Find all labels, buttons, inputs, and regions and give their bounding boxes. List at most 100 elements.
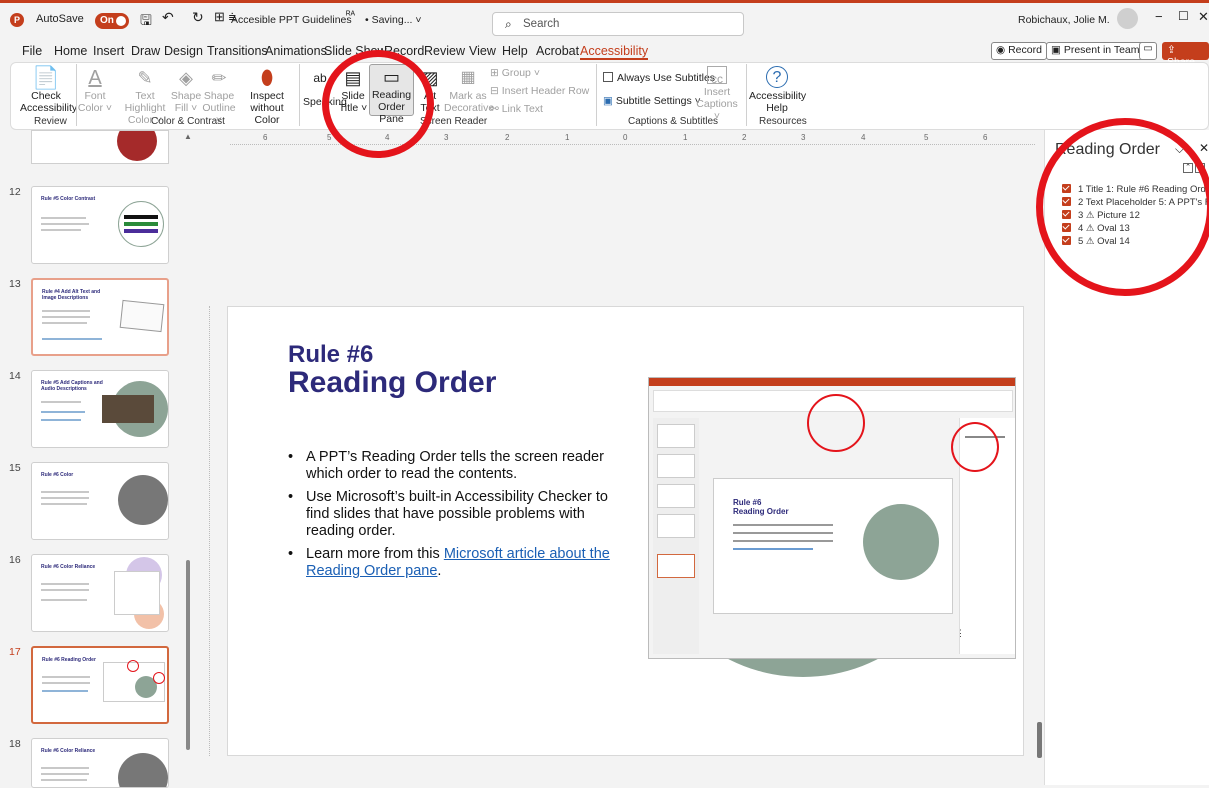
tab-help[interactable]: Help: [502, 44, 528, 58]
group-label-captions: Captions & Subtitles: [628, 116, 719, 127]
tab-draw[interactable]: Draw: [131, 44, 160, 58]
maximize-icon[interactable]: ☐: [1178, 9, 1189, 23]
tab-accessibility[interactable]: Accessibility: [580, 44, 649, 60]
highlight-label-1: Text Highlight: [124, 90, 166, 114]
tab-insert[interactable]: Insert: [93, 44, 124, 58]
tab-animations[interactable]: Animations: [265, 44, 327, 58]
autosave-label: AutoSave: [36, 13, 84, 25]
present-in-teams-button[interactable]: ▣ Present in Teams: [1046, 42, 1150, 60]
decorative-label-2: Decorative: [444, 102, 495, 114]
shape-fill-button[interactable]: ◈ Shape Fill ˅: [170, 66, 202, 114]
accessibility-help-button[interactable]: ? Accessibility Help: [749, 66, 807, 114]
ruler-tick: 3: [801, 133, 806, 142]
bullet-3-end: .: [437, 563, 442, 579]
tab-view[interactable]: View: [469, 44, 496, 58]
menu-bar: File Home Insert Draw Design Transitions…: [0, 40, 1209, 68]
resize-handle-icon[interactable]: ⋮: [956, 628, 965, 639]
check-label-2: Accessibility: [20, 102, 78, 114]
check-accessibility-icon: 📄: [32, 65, 60, 90]
slide-title[interactable]: Reading Order: [288, 367, 496, 399]
undo-icon[interactable]: ↶: [162, 9, 174, 26]
group-label-review: Review: [34, 116, 67, 127]
share-button[interactable]: ⇪ Share: [1162, 42, 1209, 68]
insert-captions-button[interactable]: cc Insert Captions ˅: [696, 66, 738, 122]
group-button[interactable]: ⊞ Group ˅: [490, 67, 540, 79]
link-icon: ⚯: [490, 103, 502, 115]
tab-home[interactable]: Home: [54, 44, 87, 58]
search-input[interactable]: Search: [523, 18, 559, 30]
font-label-2: Color ˅: [77, 102, 113, 114]
slide-number: 17: [9, 646, 21, 658]
help-icon: ?: [766, 66, 788, 88]
pane-close-icon[interactable]: ✕: [1199, 141, 1209, 155]
slide-number: 18: [9, 738, 21, 750]
font-color-button[interactable]: A Font Color ˅: [76, 66, 114, 114]
inspect-without-color-button[interactable]: ⬮ Inspect without Color: [238, 66, 296, 126]
slide-thumbnail-pane[interactable]: ▲ 12 Rule #5 Color Contrast 13 Rule #4 A…: [0, 130, 198, 788]
tab-review[interactable]: Review: [424, 44, 465, 58]
slide-canvas[interactable]: Rule #6 Reading Order • A PPT’s Reading O…: [227, 306, 1024, 756]
linktext-label: Link Text: [501, 103, 543, 115]
tab-file[interactable]: File: [22, 44, 42, 58]
thumbnail-scrollbar[interactable]: [186, 560, 190, 750]
checkbox-icon: [603, 72, 613, 82]
embedded-screenshot-picture[interactable]: Rule #6 Reading Order: [648, 377, 1016, 659]
title-bar: P AutoSave On 🖫 ↶ ↻ ⊞ ⩧ Accesible PPT Gu…: [0, 0, 1209, 40]
thumbnail-title: Rule #5 Color Contrast: [41, 196, 96, 202]
record-button[interactable]: ◉ Record: [991, 42, 1047, 60]
slide-number: 13: [9, 278, 21, 290]
save-icon[interactable]: 🖫: [140, 10, 152, 34]
slide-number: 15: [9, 462, 21, 474]
minimize-icon[interactable]: −: [1155, 9, 1163, 24]
slide-number: 12: [9, 186, 21, 198]
ruler-tick: 4: [861, 133, 866, 142]
insert-header-row-button[interactable]: ⊟ Insert Header Row: [490, 85, 589, 97]
subtitle-settings-button[interactable]: ▣ Subtitle Settings ˅: [603, 95, 701, 107]
scroll-up-icon[interactable]: ▲: [184, 132, 192, 141]
ruler-tick: 1: [565, 133, 570, 142]
slide-rule-label[interactable]: Rule #6: [288, 341, 373, 368]
help-label-1: Accessibility: [749, 90, 807, 102]
redo-icon[interactable]: ↻: [192, 9, 204, 26]
shapeoutline-label-1: Shape: [203, 90, 235, 102]
thumbnail-title: Rule #4 Add Alt Text and Image Descripti…: [42, 289, 101, 301]
close-icon[interactable]: ✕: [1198, 9, 1209, 25]
autosave-toggle[interactable]: On: [95, 13, 129, 29]
slide-thumbnail-13[interactable]: Rule #4 Add Alt Text and Image Descripti…: [31, 278, 169, 356]
slide-thumbnail-16[interactable]: Rule #6 Color Reliance: [31, 554, 169, 632]
tab-acrobat[interactable]: Acrobat: [536, 44, 579, 58]
tab-design[interactable]: Design: [164, 44, 203, 58]
subtitle-settings-icon: ▣: [603, 95, 616, 107]
tab-transitions[interactable]: Transitions: [207, 44, 268, 58]
slide-thumbnail-15[interactable]: Rule #6 Color: [31, 462, 169, 540]
comments-icon[interactable]: ▭: [1139, 42, 1157, 60]
font-label-1: Font: [84, 90, 106, 102]
help-label-2: Help: [766, 102, 788, 114]
teams-icon: ▣: [1051, 44, 1064, 56]
group-label: Group ˅: [501, 67, 540, 79]
slide-number: 14: [9, 370, 21, 382]
slide-thumbnail-18[interactable]: Rule #6 Color Reliance: [31, 738, 169, 788]
mark-decorative-button[interactable]: ▦ Mark as Decorative: [444, 66, 495, 114]
user-name[interactable]: Robichaux, Jolie M.: [1018, 14, 1110, 26]
slide-thumbnail-14[interactable]: Rule #5 Add Captions and Audio Descripti…: [31, 370, 169, 448]
slide-thumbnail-17[interactable]: Rule #6 Reading Order: [31, 646, 169, 724]
avatar[interactable]: [1117, 8, 1138, 29]
shapefill-label-2: Fill ˅: [174, 102, 198, 114]
captions-label-1: Insert: [703, 86, 731, 98]
check-accessibility-button[interactable]: 📄 Check Accessibility: [20, 65, 78, 115]
search-box[interactable]: ⌕ Search: [492, 12, 744, 36]
link-text-button[interactable]: ⚯ Link Text: [490, 103, 543, 115]
highlighter-icon: ✎: [137, 68, 153, 88]
sensitivity-icon[interactable]: ᴿᴬ: [346, 10, 355, 21]
thumbnail-title: Rule #5 Add Captions and Audio Descripti…: [41, 380, 103, 392]
slide-bullets[interactable]: • A PPT’s Reading Order tells the screen …: [286, 449, 616, 580]
slide-scrollbar[interactable]: [1037, 722, 1042, 758]
annotation-circle-ribbon: [322, 50, 434, 158]
vertical-ruler: [200, 306, 210, 756]
thumbnail-title: Rule #6 Color Reliance: [41, 564, 96, 570]
slide-thumbnail-12[interactable]: Rule #5 Color Contrast: [31, 186, 169, 264]
shapefill-label-1: Shape: [170, 90, 202, 102]
slide-thumbnail-partial[interactable]: [31, 130, 169, 164]
save-status[interactable]: • Saving... ˅: [365, 14, 422, 26]
